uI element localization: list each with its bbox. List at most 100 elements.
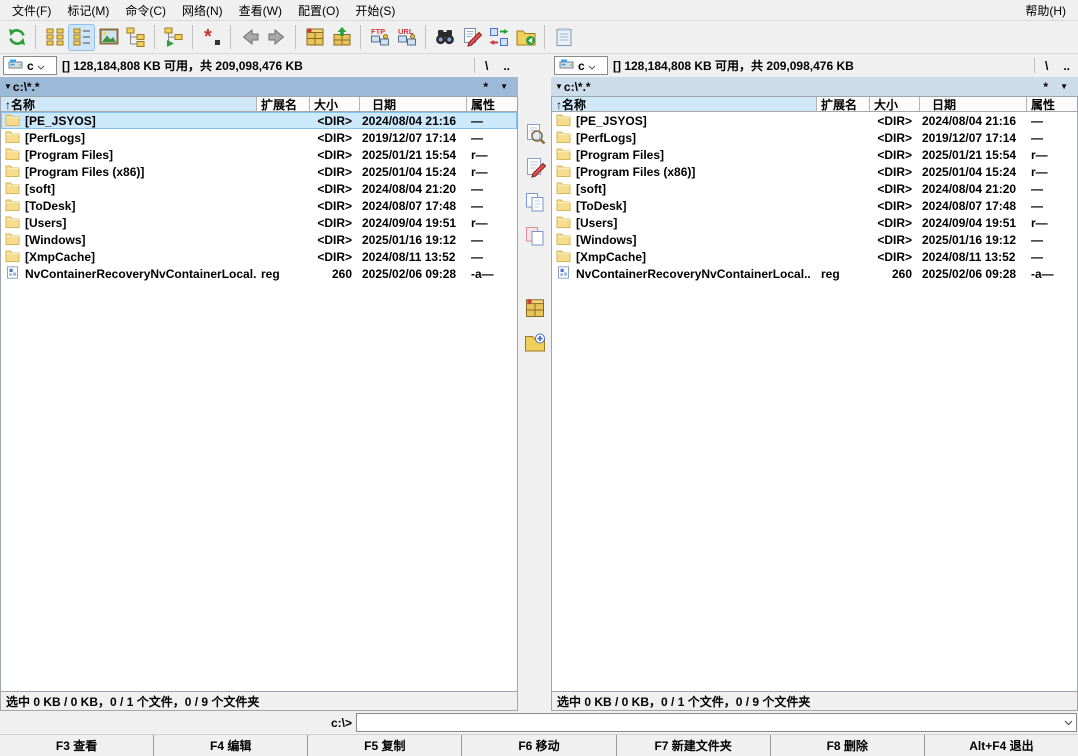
history-button[interactable]: ▼	[1054, 82, 1074, 91]
file-ext-cell: reg	[261, 266, 280, 281]
menu-item-show[interactable]: 查看(W)	[231, 0, 290, 21]
file-row[interactable]: [Program Files] <DIR> 2025/01/21 15:54 r—	[1, 146, 517, 163]
column-header-row: ↑名称 扩展名 大小 日期 属性	[1, 97, 517, 112]
column-header-date[interactable]: 日期	[360, 97, 467, 111]
back-icon[interactable]	[236, 24, 263, 51]
drive-selector[interactable]: c	[3, 56, 57, 75]
menu-item-mark[interactable]: 标记(M)	[59, 0, 117, 21]
left-panel: c [] 128,184,808 KB 可用，共 209,098,476 KB \.…	[0, 54, 518, 711]
pack-icon[interactable]	[301, 24, 328, 51]
menu-item-file[interactable]: 文件(F)	[4, 0, 59, 21]
file-row[interactable]: [Windows] <DIR> 2025/01/16 19:12 —	[1, 231, 517, 248]
brief-view-icon[interactable]	[41, 24, 68, 51]
column-header-attr[interactable]: 属性	[467, 97, 517, 112]
fn-button-f6-move[interactable]: F6 移动	[462, 735, 617, 756]
file-row[interactable]: [Program Files (x86)] <DIR> 2025/01/04 15:…	[552, 163, 1077, 180]
menu-item-net[interactable]: 网络(N)	[174, 0, 231, 21]
file-name: [Users]	[576, 215, 618, 230]
file-row[interactable]: NvContainerRecoveryNvContainerLocal.. reg…	[1, 265, 517, 282]
reg-file-icon	[556, 265, 571, 282]
file-name-cell: [XmpCache]	[552, 249, 817, 265]
multi-rename-icon[interactable]	[458, 24, 485, 51]
new-folder-icon[interactable]	[521, 328, 548, 355]
root-dir-button[interactable]: \	[1040, 59, 1053, 73]
parent-dir-button[interactable]: ..	[498, 59, 515, 73]
history-button[interactable]: ▼	[494, 82, 514, 91]
select-pattern-icon[interactable]: *	[198, 24, 225, 51]
folder-icon	[556, 181, 571, 197]
column-header-size[interactable]: 大小	[870, 97, 920, 111]
file-row[interactable]: [ToDesk] <DIR> 2024/08/07 17:48 —	[552, 197, 1077, 214]
sync-dirs-icon[interactable]	[485, 24, 512, 51]
fn-button-f8-delete[interactable]: F8 删除	[771, 735, 925, 756]
search-icon[interactable]	[431, 24, 458, 51]
menu-item-configuration[interactable]: 配置(O)	[290, 0, 347, 21]
file-row[interactable]: [Users] <DIR> 2024/09/04 19:51 r—	[1, 214, 517, 231]
move-files-icon[interactable]	[521, 222, 548, 249]
forward-icon[interactable]	[263, 24, 290, 51]
column-header-ext[interactable]: 扩展名	[817, 97, 870, 111]
parent-dir-button[interactable]: ..	[1058, 59, 1075, 73]
file-row[interactable]: [PE_JSYOS] <DIR> 2024/08/04 21:16 —	[1, 112, 517, 129]
file-row[interactable]: [PerfLogs] <DIR> 2019/12/07 17:14 —	[552, 129, 1077, 146]
column-header-name[interactable]: ↑名称	[1, 97, 257, 111]
file-row[interactable]: [XmpCache] <DIR> 2024/08/11 13:52 —	[1, 248, 517, 265]
fn-button-f7-new-folder[interactable]: F7 新建文件夹	[617, 735, 771, 756]
dir-contents-icon[interactable]	[512, 24, 539, 51]
ftp-connect-icon[interactable]: FTP	[366, 24, 393, 51]
fn-button-f3-view[interactable]: F3 查看	[0, 735, 155, 756]
command-history-chevron-icon[interactable]	[1060, 720, 1076, 726]
column-header-ext[interactable]: 扩展名	[257, 97, 310, 111]
edit-file-icon[interactable]	[521, 154, 548, 181]
toolbar-separator	[425, 25, 426, 49]
file-row[interactable]: [Program Files (x86)] <DIR> 2025/01/04 15:…	[1, 163, 517, 180]
tree-view-icon[interactable]	[122, 24, 149, 51]
file-row[interactable]: [PE_JSYOS] <DIR> 2024/08/04 21:16 —	[552, 112, 1077, 129]
fn-button-f4-edit[interactable]: F4 编辑	[154, 735, 309, 756]
file-name-cell: NvContainerRecoveryNvContainerLocal..	[1, 265, 257, 282]
file-row[interactable]: [soft] <DIR> 2024/08/04 21:20 —	[552, 180, 1077, 197]
file-row[interactable]: [Windows] <DIR> 2025/01/16 19:12 —	[552, 231, 1077, 248]
thumbnail-view-icon[interactable]	[95, 24, 122, 51]
command-input[interactable]	[357, 715, 1060, 730]
menu-item-help[interactable]: 帮助(H)	[1017, 0, 1074, 21]
favorites-button[interactable]: *	[1037, 80, 1054, 94]
refresh-icon[interactable]	[3, 24, 30, 51]
fn-button-alt-f4-exit[interactable]: Alt+F4 退出	[925, 735, 1078, 756]
file-row[interactable]: [PerfLogs] <DIR> 2019/12/07 17:14 —	[1, 129, 517, 146]
column-header-size[interactable]: 大小	[310, 97, 360, 111]
toolbar-separator	[154, 25, 155, 49]
dir-branch-icon[interactable]	[160, 24, 187, 51]
view-file-icon[interactable]	[521, 120, 548, 147]
file-name: [PE_JSYOS]	[25, 113, 96, 128]
root-dir-button[interactable]: \	[480, 59, 493, 73]
column-header-name[interactable]: ↑名称	[552, 97, 817, 111]
file-row[interactable]: [ToDesk] <DIR> 2024/08/07 17:48 —	[1, 197, 517, 214]
path-bar[interactable]: ▼ c:\*.* * ▼	[551, 77, 1078, 96]
file-row[interactable]: [XmpCache] <DIR> 2024/08/11 13:52 —	[552, 248, 1077, 265]
fn-button-f5-copy[interactable]: F5 复制	[308, 735, 463, 756]
menu-item-commands[interactable]: 命令(C)	[117, 0, 174, 21]
column-header-attr[interactable]: 属性	[1027, 97, 1077, 112]
drive-selector[interactable]: c	[554, 56, 608, 75]
column-header-date[interactable]: 日期	[920, 97, 1027, 111]
file-size-cell: <DIR>	[877, 147, 912, 162]
file-row[interactable]: NvContainerRecoveryNvContainerLocal.. reg…	[552, 265, 1077, 282]
toolbar-group: FTP URL	[366, 24, 420, 51]
file-size-cell: <DIR>	[877, 198, 912, 213]
command-prompt-label: c:\>	[331, 715, 353, 730]
menu-item-start[interactable]: 开始(S)	[347, 0, 403, 21]
file-row[interactable]: [Program Files] <DIR> 2025/01/21 15:54 r—	[552, 146, 1077, 163]
pack-files-icon[interactable]	[521, 294, 548, 321]
copy-files-icon[interactable]	[521, 188, 548, 215]
notes-icon[interactable]	[550, 24, 577, 51]
file-row[interactable]: [soft] <DIR> 2024/08/04 21:20 —	[1, 180, 517, 197]
file-row[interactable]: [Users] <DIR> 2024/09/04 19:51 r—	[552, 214, 1077, 231]
path-bar[interactable]: ▼ c:\*.* * ▼	[0, 77, 518, 96]
ftp-url-icon[interactable]: URL	[393, 24, 420, 51]
unpack-icon[interactable]	[328, 24, 355, 51]
full-view-icon[interactable]	[68, 23, 95, 51]
file-attr-cell: r—	[1031, 164, 1048, 179]
file-attr-cell: —	[1031, 232, 1043, 247]
favorites-button[interactable]: *	[477, 80, 494, 94]
